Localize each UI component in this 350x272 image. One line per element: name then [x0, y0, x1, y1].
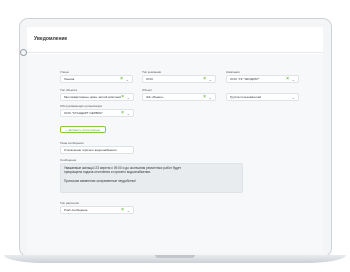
- street-value: Ленина: [64, 77, 75, 81]
- clear-icon[interactable]: ×: [286, 76, 289, 82]
- distribution-select[interactable]: Push-сообщение × ⌄: [60, 206, 134, 214]
- object-select[interactable]: ЖК «Панно» × ⌄: [142, 93, 216, 101]
- company-select[interactable]: ООО "УК "ЭКОДОМ"" × ⌄: [226, 75, 299, 83]
- topic-input[interactable]: Отключение горячего водоснабжения: [60, 146, 134, 154]
- screen: Уведомление: [27, 27, 323, 253]
- message-line-3: Приносим извинения за временные неудобст…: [64, 178, 136, 183]
- message-label: Сообщение: [60, 158, 77, 162]
- org-select[interactable]: ООО "СТАНДАРТ СЕРВИС" × ⌄: [60, 109, 134, 117]
- street-field: Улица Ленина × ⌄: [60, 70, 133, 83]
- chevron-down-icon[interactable]: ⌄: [292, 76, 295, 82]
- org-field: Обслуживающая организация ООО "СТАНДАРТ …: [60, 104, 134, 117]
- notice-type-select[interactable]: Многоквартирные дома, жилой комплекс × ⌄: [60, 93, 134, 101]
- distribution-field: Тип рассылки Push-сообщение × ⌄: [60, 201, 134, 214]
- notice-type-field: Тип объекта Многоквартирные дома, жилой …: [60, 88, 134, 101]
- laptop-frame: Уведомление Улица Ленина × ⌄ Тип компани…: [0, 0, 350, 272]
- app-header: Уведомление: [27, 27, 323, 53]
- street-select[interactable]: Ленина × ⌄: [60, 75, 133, 83]
- chevron-down-icon[interactable]: ⌄: [127, 94, 130, 100]
- chevron-down-icon[interactable]: ⌄: [127, 207, 130, 213]
- chevron-down-icon[interactable]: ⌄: [292, 94, 295, 100]
- house-value: ООО: [146, 77, 154, 81]
- house-select[interactable]: ООО × ⌄: [142, 75, 216, 83]
- clear-icon[interactable]: ×: [121, 94, 124, 100]
- group-select[interactable]: Группа пользователей ⌄: [226, 93, 299, 101]
- chevron-down-icon[interactable]: ⌄: [209, 94, 212, 100]
- message-textarea[interactable]: Уважаемые жильцы! 23 апреля с 09.00 и до…: [60, 163, 243, 193]
- chevron-down-icon[interactable]: ⌄: [126, 76, 129, 82]
- company-field: Компания ООО "УК "ЭКОДОМ"" × ⌄: [226, 70, 299, 83]
- clear-icon[interactable]: ×: [203, 76, 206, 82]
- clear-icon[interactable]: ×: [121, 110, 124, 116]
- clear-icon[interactable]: ×: [121, 207, 124, 213]
- add-filter-button[interactable]: + Добавить фильтрацию: [60, 126, 106, 133]
- house-field: Тип компании ООО × ⌄: [142, 70, 216, 83]
- group-field: Группа пользователей ⌄: [226, 88, 299, 101]
- topic-value: Отключение горячего водоснабжения: [64, 148, 117, 152]
- company-value: ООО "УК "ЭКОДОМ"": [230, 77, 260, 81]
- row-marker-icon[interactable]: [20, 49, 27, 56]
- group-value: Группа пользователей: [230, 95, 262, 99]
- page-title: Уведомление: [34, 36, 68, 42]
- laptop-base-notch: [155, 255, 195, 258]
- object-field: Объект ЖК «Панно» × ⌄: [142, 88, 216, 101]
- chevron-down-icon[interactable]: ⌄: [209, 76, 212, 82]
- clear-icon[interactable]: ×: [203, 94, 206, 100]
- topic-field: Тема сообщения Отключение горячего водос…: [60, 141, 134, 154]
- notice-type-value: Многоквартирные дома, жилой комплекс: [64, 95, 122, 99]
- clear-icon[interactable]: ×: [120, 76, 123, 82]
- object-value: ЖК «Панно»: [146, 95, 164, 99]
- distribution-value: Push-сообщение: [64, 208, 88, 212]
- org-value: ООО "СТАНДАРТ СЕРВИС": [64, 111, 103, 115]
- chevron-down-icon[interactable]: ⌄: [127, 110, 130, 116]
